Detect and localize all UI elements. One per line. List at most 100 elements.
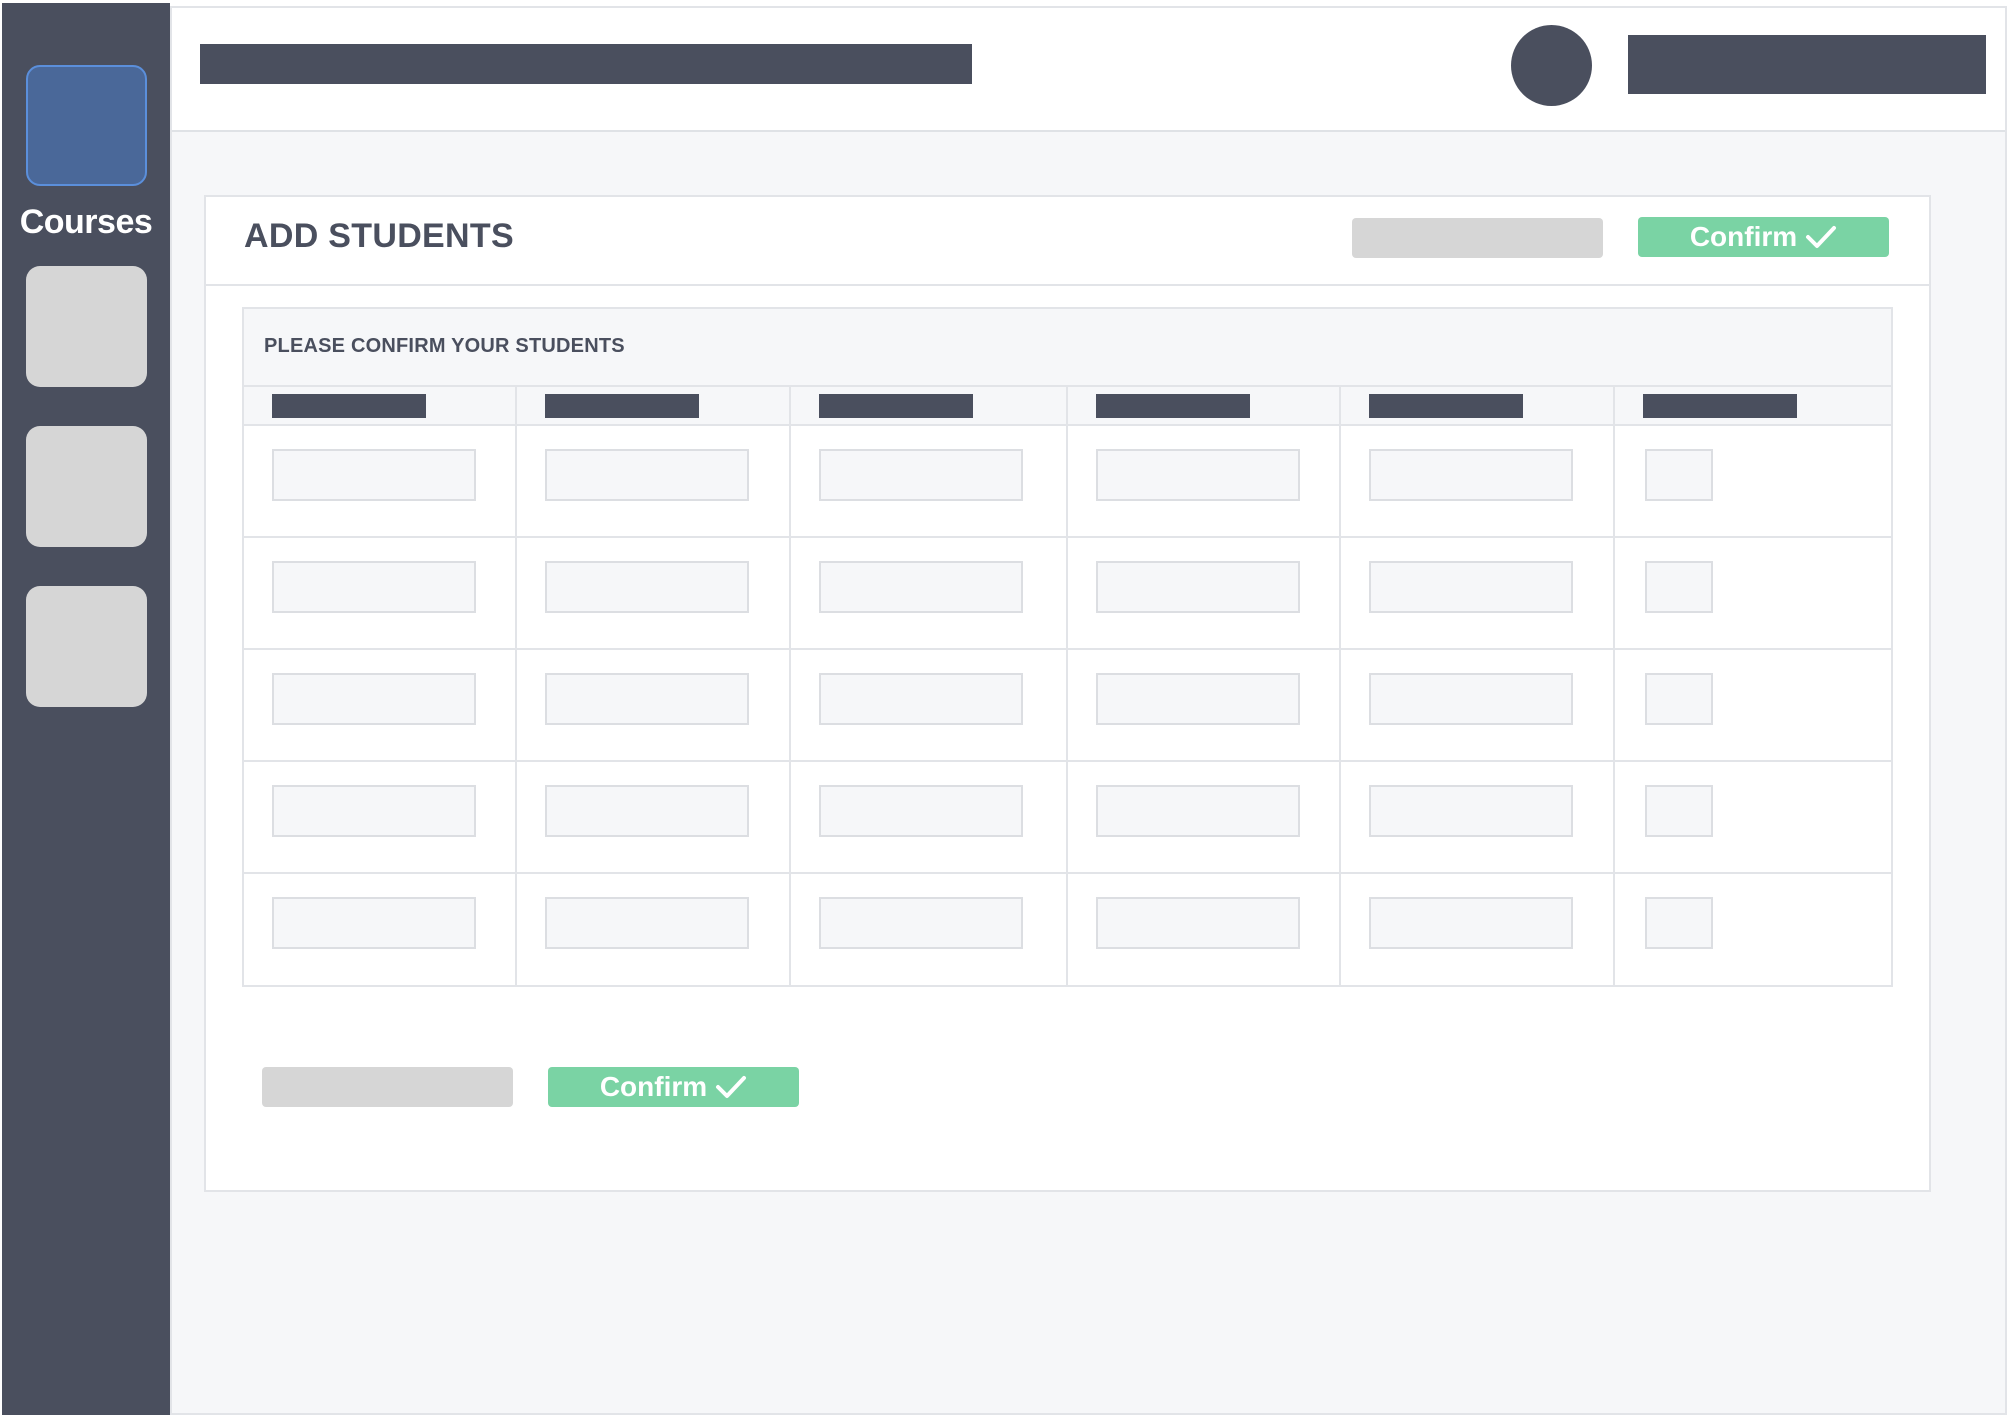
student-input-field[interactable]	[1369, 897, 1574, 949]
student-input-field[interactable]	[818, 449, 1023, 501]
table-cell	[1068, 650, 1342, 760]
check-icon	[716, 1076, 747, 1098]
student-input-field[interactable]	[545, 449, 750, 501]
column-header-placeholder	[1369, 394, 1524, 418]
column-header-placeholder	[1096, 394, 1251, 418]
student-input-field[interactable]	[818, 673, 1023, 725]
table-cell	[791, 874, 1069, 986]
table-cell	[244, 650, 518, 760]
column-header-placeholder	[545, 394, 700, 418]
table-cell	[1341, 650, 1615, 760]
table-header-cell	[791, 387, 1069, 424]
table-cell	[244, 874, 518, 986]
table-cell	[244, 762, 518, 872]
table-cell	[1068, 538, 1342, 648]
row-select-box[interactable]	[1644, 785, 1713, 837]
sidebar-item-3[interactable]	[26, 426, 147, 547]
student-input-field[interactable]	[1369, 785, 1574, 837]
table-header-cell	[517, 387, 791, 424]
table-cell	[1615, 426, 1891, 536]
table-cell	[791, 426, 1069, 536]
student-input-field[interactable]	[1369, 449, 1574, 501]
table-cell	[791, 538, 1069, 648]
secondary-button-top[interactable]	[1352, 218, 1603, 258]
table-cell	[791, 650, 1069, 760]
sidebar-item-4[interactable]	[26, 586, 147, 707]
table-cell	[1615, 874, 1891, 986]
column-header-placeholder	[272, 394, 426, 418]
student-input-field[interactable]	[545, 561, 750, 613]
student-input-field[interactable]	[545, 673, 750, 725]
table-row	[244, 762, 1891, 874]
student-input-field[interactable]	[272, 785, 476, 837]
table-header-cell	[1615, 387, 1891, 424]
table-cell	[517, 762, 791, 872]
student-input-field[interactable]	[1096, 561, 1301, 613]
student-input-field[interactable]	[272, 561, 476, 613]
sidebar-item-courses-label[interactable]: Courses	[2, 203, 170, 242]
user-name-placeholder[interactable]	[1628, 35, 1986, 94]
secondary-button-bottom[interactable]	[262, 1067, 513, 1107]
student-input-field[interactable]	[545, 897, 750, 949]
table-cell	[517, 426, 791, 536]
app-frame: Courses ADD STUDENTS Confirm PLEASE CONF…	[0, 0, 2010, 1418]
card-header: ADD STUDENTS Confirm	[206, 197, 1929, 286]
student-input-field[interactable]	[1096, 673, 1301, 725]
student-input-field[interactable]	[818, 785, 1023, 837]
table-cell	[517, 650, 791, 760]
student-input-field[interactable]	[272, 449, 476, 501]
table-row	[244, 874, 1891, 986]
main-content: ADD STUDENTS Confirm PLEASE CONFIRM YOUR…	[170, 6, 2007, 1415]
student-input-field[interactable]	[545, 785, 750, 837]
top-bar	[172, 8, 2005, 132]
table-cell	[244, 426, 518, 536]
card-title: ADD STUDENTS	[244, 217, 514, 255]
table-header-row	[244, 387, 1891, 426]
sidebar-item-courses[interactable]	[26, 65, 147, 186]
confirm-button-top[interactable]: Confirm	[1638, 217, 1889, 257]
add-students-card: ADD STUDENTS Confirm PLEASE CONFIRM YOUR…	[204, 195, 1931, 1192]
page-title-placeholder	[200, 44, 972, 84]
table-row	[244, 538, 1891, 650]
table-caption-text: PLEASE CONFIRM YOUR STUDENTS	[264, 335, 625, 357]
student-input-field[interactable]	[818, 897, 1023, 949]
confirm-button-top-label: Confirm	[1689, 221, 1798, 252]
table-header-cell	[244, 387, 518, 424]
table-caption: PLEASE CONFIRM YOUR STUDENTS	[244, 309, 1891, 387]
student-input-field[interactable]	[1096, 449, 1301, 501]
students-table: PLEASE CONFIRM YOUR STUDENTS	[242, 307, 1893, 987]
avatar[interactable]	[1511, 25, 1592, 106]
student-input-field[interactable]	[1096, 897, 1301, 949]
table-cell	[1615, 538, 1891, 648]
sidebar: Courses	[2, 3, 170, 1415]
table-cell	[517, 538, 791, 648]
student-input-field[interactable]	[1096, 785, 1301, 837]
check-icon	[1806, 226, 1837, 248]
row-select-box[interactable]	[1644, 673, 1713, 725]
student-input-field[interactable]	[272, 897, 476, 949]
student-input-field[interactable]	[818, 561, 1023, 613]
table-cell	[791, 762, 1069, 872]
table-row	[244, 426, 1891, 538]
student-input-field[interactable]	[1369, 673, 1574, 725]
column-header-placeholder	[818, 394, 973, 418]
table-cell	[1341, 874, 1615, 986]
confirm-button-bottom[interactable]: Confirm	[548, 1067, 799, 1107]
row-select-box[interactable]	[1644, 449, 1713, 501]
row-select-box[interactable]	[1644, 897, 1713, 949]
table-cell	[1068, 762, 1342, 872]
table-header-cell	[1341, 387, 1615, 424]
table-cell	[1615, 650, 1891, 760]
table-header-cell	[1068, 387, 1342, 424]
table-cell	[1341, 538, 1615, 648]
sidebar-item-2[interactable]	[26, 266, 147, 387]
student-input-field[interactable]	[272, 673, 476, 725]
table-cell	[244, 538, 518, 648]
student-input-field[interactable]	[1369, 561, 1574, 613]
row-select-box[interactable]	[1644, 561, 1713, 613]
confirm-button-bottom-label: Confirm	[599, 1071, 708, 1102]
table-row	[244, 650, 1891, 762]
table-cell	[1068, 426, 1342, 536]
table-body	[244, 426, 1891, 986]
table-cell	[517, 874, 791, 986]
